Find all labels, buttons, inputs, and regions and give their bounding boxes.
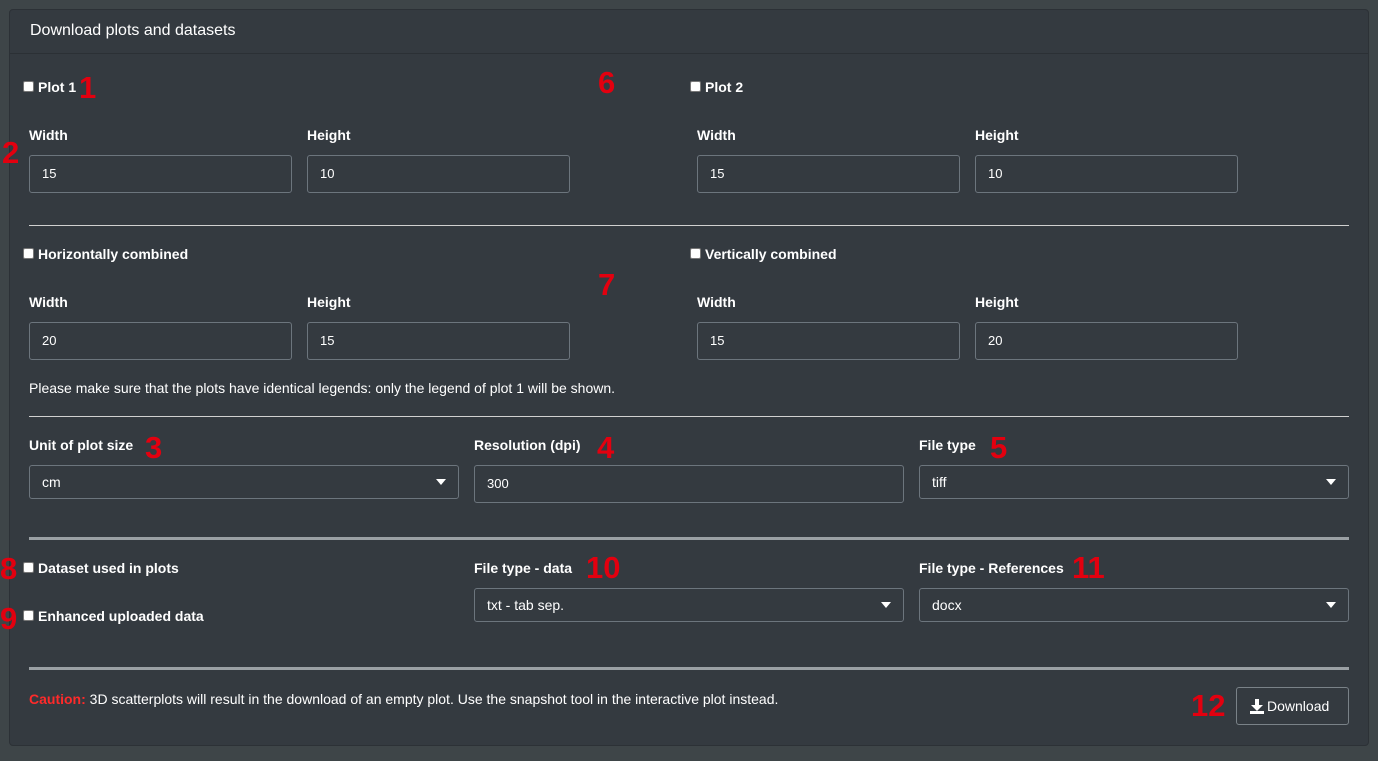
annotation-marker: 7 — [598, 267, 616, 302]
annotation-marker: 6 — [598, 65, 616, 100]
annotation-marker: 11 — [1072, 550, 1105, 585]
file-type-refs-select-value: docx — [932, 597, 962, 613]
caution-text: 3D scatterplots will result in the downl… — [89, 691, 779, 707]
file-type-refs-label: File type - References — [919, 560, 1064, 576]
file-type-label: File type — [919, 437, 976, 453]
caution-note: Caution: 3D scatterplots will result in … — [29, 691, 778, 707]
annotation-marker: 12 — [1191, 688, 1226, 723]
annotation-marker: 8 — [0, 551, 18, 586]
vertical-width-label: Width — [697, 294, 736, 310]
download-label: Download — [1267, 698, 1330, 714]
vertical-height-input[interactable]: 20 — [975, 322, 1238, 360]
chevron-down-icon — [1326, 602, 1336, 608]
plot1-width-label: Width — [29, 127, 68, 143]
unit-select[interactable]: cm — [29, 465, 459, 499]
divider — [29, 225, 1349, 226]
vertical-checkbox[interactable] — [690, 248, 701, 259]
plot2-height-input[interactable]: 10 — [975, 155, 1238, 193]
horizontal-height-label: Height — [307, 294, 351, 310]
dataset-used-checkbox[interactable] — [23, 562, 34, 573]
enhanced-data-label: Enhanced uploaded data — [38, 608, 204, 624]
plot2-height-label: Height — [975, 127, 1019, 143]
plot2-label: Plot 2 — [705, 79, 744, 95]
horizontal-width-input[interactable]: 20 — [29, 322, 292, 360]
file-type-data-select[interactable]: txt - tab sep. — [474, 588, 904, 622]
panel-title: Download plots and datasets — [30, 22, 236, 39]
vertical-height-label: Height — [975, 294, 1019, 310]
file-type-select-value: tiff — [932, 474, 947, 490]
plot1-height-input[interactable]: 10 — [307, 155, 570, 193]
caution-prefix: Caution: — [29, 691, 86, 707]
file-type-refs-select[interactable]: docx — [919, 588, 1349, 622]
annotation-marker: 1 — [79, 70, 97, 105]
file-type-data-select-value: txt - tab sep. — [487, 597, 565, 613]
download-icon — [1250, 698, 1264, 714]
dataset-used-label: Dataset used in plots — [38, 560, 179, 576]
plot1-label: Plot 1 — [38, 79, 77, 95]
file-type-data-label: File type - data — [474, 560, 573, 576]
horizontal-height-input[interactable]: 15 — [307, 322, 570, 360]
chevron-down-icon — [436, 479, 446, 485]
divider — [29, 667, 1349, 670]
plot2-width-input[interactable]: 15 — [697, 155, 960, 193]
chevron-down-icon — [881, 602, 891, 608]
divider — [29, 416, 1349, 417]
horizontal-checkbox[interactable] — [23, 248, 34, 259]
plot2-checkbox[interactable] — [690, 81, 701, 92]
chevron-down-icon — [1326, 479, 1336, 485]
annotation-marker: 9 — [0, 601, 18, 636]
file-type-select[interactable]: tiff — [919, 465, 1349, 499]
horizontal-label: Horizontally combined — [38, 246, 189, 262]
download-button[interactable]: Download — [1236, 687, 1349, 725]
annotation-marker: 4 — [597, 430, 615, 465]
unit-label: Unit of plot size — [29, 437, 134, 453]
annotation-marker: 2 — [2, 135, 20, 170]
legend-note: Please make sure that the plots have ide… — [29, 380, 616, 396]
vertical-width-input[interactable]: 15 — [697, 322, 960, 360]
divider — [29, 537, 1349, 540]
panel-header: Download plots and datasets — [10, 10, 1368, 54]
vertical-label: Vertically combined — [705, 246, 837, 262]
annotation-marker: 10 — [586, 550, 621, 585]
annotation-marker: 3 — [145, 430, 163, 465]
plot1-checkbox[interactable] — [23, 81, 34, 92]
annotation-marker: 5 — [990, 430, 1008, 465]
horizontal-width-label: Width — [29, 294, 68, 310]
enhanced-data-checkbox[interactable] — [23, 610, 34, 621]
plot1-height-label: Height — [307, 127, 351, 143]
plot1-width-input[interactable]: 15 — [29, 155, 292, 193]
unit-select-value: cm — [42, 474, 61, 490]
resolution-label: Resolution (dpi) — [474, 437, 581, 453]
resolution-input[interactable]: 300 — [474, 465, 904, 503]
plot2-width-label: Width — [697, 127, 736, 143]
download-panel: Download plots and datasets — [9, 9, 1369, 746]
